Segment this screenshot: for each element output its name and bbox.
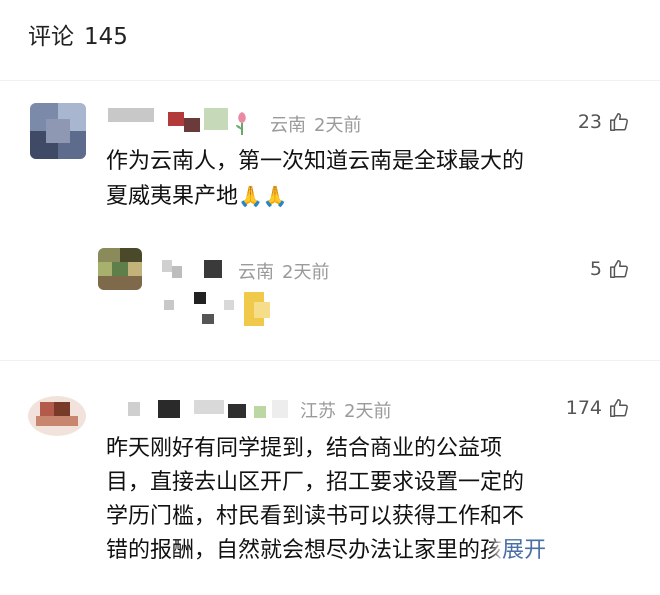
praying-hands-emoji: 🙏🙏 [238, 184, 288, 208]
reply-meta: 云南 2天前 [238, 258, 329, 284]
like-count: 23 [577, 111, 602, 133]
comment-meta: 江苏 2天前 [300, 397, 391, 423]
expand-link[interactable]: 展开 [502, 538, 546, 563]
username-blurred[interactable] [128, 400, 298, 418]
comment-location: 江苏 [300, 401, 336, 422]
username-blurred[interactable] [162, 260, 232, 278]
comment-location: 云南 [270, 115, 306, 136]
thumbs-up-icon [608, 397, 630, 419]
comment-meta: 云南 2天前 [270, 111, 361, 137]
comments-title: 评论 [28, 24, 74, 50]
like-button[interactable]: 23 [578, 111, 630, 133]
comment-text: 作为云南人，第一次知道云南是全球最大的 夏威夷果产地🙏🙏 [106, 145, 646, 214]
like-button[interactable]: 174 [566, 397, 630, 419]
comment-time: 2天前 [314, 115, 362, 136]
avatar[interactable] [28, 396, 86, 436]
thumbs-up-icon [608, 258, 630, 280]
reply-text-blurred [164, 292, 274, 328]
avatar[interactable] [98, 248, 142, 290]
comments-header: 评论 145 [28, 17, 128, 51]
comment-time: 2天前 [344, 401, 392, 422]
like-button[interactable]: 5 [590, 258, 630, 280]
like-count: 5 [589, 258, 602, 280]
comment-text: 昨天刚好有同学提到，结合商业的公益项 目，直接去山区开厂，招工要求设置一定的 学… [106, 436, 547, 563]
reply-time: 2天前 [282, 262, 330, 283]
comment-divider [0, 360, 660, 361]
thumbs-up-icon [608, 111, 630, 133]
header-divider [0, 80, 660, 81]
like-count: 174 [565, 397, 602, 419]
comments-count: 145 [84, 24, 128, 50]
avatar[interactable] [30, 103, 86, 159]
flower-icon [234, 110, 250, 140]
reply-location: 云南 [238, 262, 274, 283]
